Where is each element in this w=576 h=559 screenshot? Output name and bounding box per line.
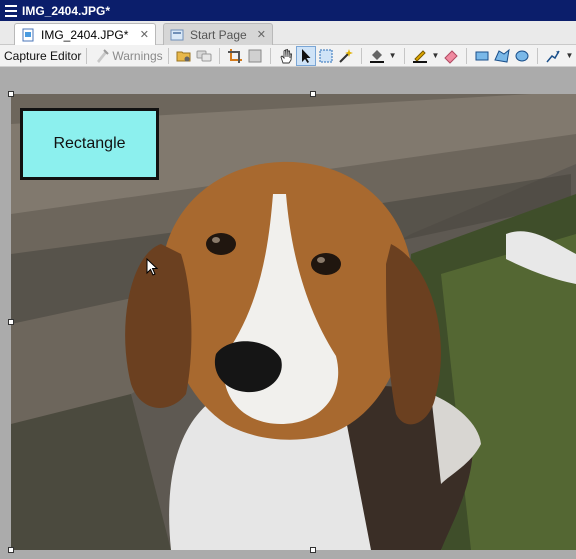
tab-label: IMG_2404.JPG* <box>41 27 129 42</box>
comments-icon[interactable] <box>194 46 214 66</box>
toolbar-separator <box>360 47 362 64</box>
warnings-button[interactable]: Warnings <box>112 49 162 63</box>
toolbar-separator <box>167 47 169 64</box>
toolbar-separator <box>218 47 220 64</box>
resize-handle-middle-left[interactable] <box>8 319 14 325</box>
resize-handle-top-center[interactable] <box>310 91 316 97</box>
hand-pan-icon[interactable] <box>276 46 296 66</box>
fill-bucket-icon[interactable] <box>367 46 387 66</box>
line-arrow-tool-icon[interactable] <box>543 46 563 66</box>
resize-handle-top-left[interactable] <box>8 91 14 97</box>
warnings-icon[interactable] <box>92 46 112 66</box>
start-page-icon <box>170 29 184 40</box>
toolbar: Capture Editor Warnings ▼ ▼ ▼ <box>0 45 576 67</box>
tab-start-page[interactable]: Start Page ✕ <box>163 23 273 45</box>
chevron-down-icon[interactable]: ▼ <box>565 51 573 60</box>
toolbar-separator <box>537 47 539 64</box>
window-title: IMG_2404.JPG* <box>22 3 111 18</box>
tab-img-2404[interactable]: IMG_2404.JPG* ✕ <box>14 23 156 45</box>
crop-icon[interactable] <box>225 46 245 66</box>
chevron-down-icon[interactable]: ▼ <box>432 51 440 60</box>
editor-canvas[interactable]: Rectangle <box>0 68 576 559</box>
rectangle-tool-icon[interactable] <box>472 46 492 66</box>
chevron-down-icon[interactable]: ▼ <box>389 51 397 60</box>
eraser-icon[interactable] <box>441 46 461 66</box>
mouse-cursor-icon <box>146 258 158 276</box>
resize-canvas-icon[interactable] <box>245 46 265 66</box>
toolbar-separator <box>269 47 271 64</box>
capture-editor-label: Capture Editor <box>4 48 82 63</box>
resize-handle-bottom-center[interactable] <box>310 547 316 553</box>
select-arrow-icon[interactable] <box>295 45 316 66</box>
hamburger-menu-icon[interactable] <box>0 0 22 21</box>
folder-icon[interactable] <box>174 46 194 66</box>
image-file-icon <box>22 28 34 41</box>
ellipse-tool-icon[interactable] <box>512 46 532 66</box>
title-bar: IMG_2404.JPG* <box>0 0 576 21</box>
resize-handle-bottom-left[interactable] <box>8 547 14 553</box>
toolbar-separator <box>403 47 405 64</box>
rectangle-shape-label: Rectangle <box>53 135 126 152</box>
tab-strip: IMG_2404.JPG* ✕ Start Page ✕ <box>0 21 576 45</box>
close-icon[interactable]: ✕ <box>140 28 149 41</box>
tab-label: Start Page <box>190 27 247 42</box>
marquee-select-icon[interactable] <box>316 46 336 66</box>
pen-icon[interactable] <box>410 46 430 66</box>
rectangle-shape[interactable]: Rectangle <box>20 108 159 180</box>
toolbar-separator <box>466 47 468 64</box>
magic-wand-icon[interactable] <box>336 46 356 66</box>
toolbar-separator <box>86 47 88 64</box>
close-icon[interactable]: ✕ <box>257 28 266 41</box>
polygon-tool-icon[interactable] <box>492 46 512 66</box>
